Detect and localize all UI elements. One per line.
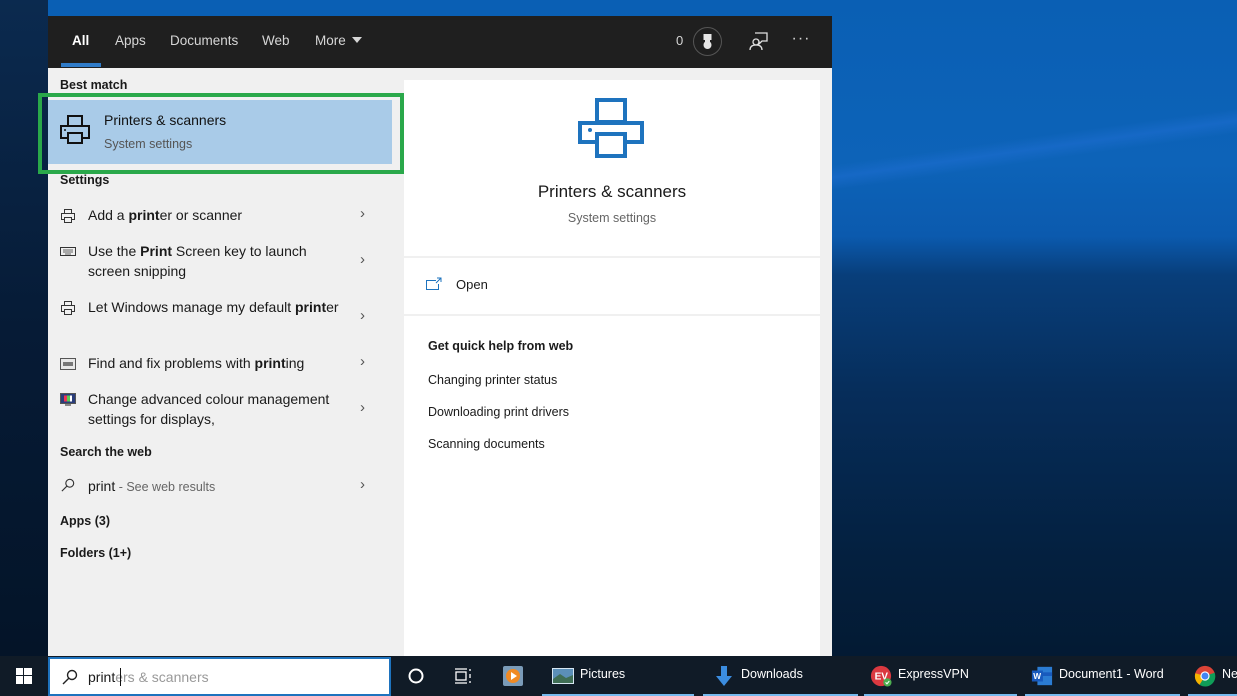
taskbar-app-pictures[interactable]: Pictures: [542, 656, 694, 696]
search-panel: All Apps Documents Web More 0 ··· Best m…: [38, 16, 832, 656]
cortana-icon: [408, 668, 424, 684]
printer-icon: [578, 98, 644, 158]
rewards-button[interactable]: [693, 27, 722, 56]
tab-all[interactable]: All: [72, 16, 89, 68]
medal-icon: [702, 34, 713, 49]
downloads-folder-icon: [716, 666, 732, 686]
chevron-right-icon: ›: [360, 205, 365, 222]
media-player-icon: [503, 666, 523, 686]
app-label: Downloads: [741, 667, 803, 681]
chevron-right-icon: ›: [360, 353, 365, 370]
settings-result-troubleshoot-printing[interactable]: Find and fix problems with printing ›: [48, 353, 392, 375]
tab-more[interactable]: More: [315, 16, 362, 68]
svg-text:W: W: [1033, 672, 1041, 681]
help-link-printer-status[interactable]: Changing printer status: [428, 373, 557, 387]
active-tab-indicator: [61, 63, 101, 67]
quick-help-heading: Get quick help from web: [428, 339, 574, 353]
settings-result-label: Find and fix problems with printing: [88, 355, 305, 371]
settings-result-label: Change advanced colour management settin…: [88, 391, 330, 427]
taskbar-app-downloads[interactable]: Downloads: [703, 656, 858, 696]
expressvpn-icon: EV: [870, 665, 892, 687]
best-match-result[interactable]: Printers & scanners System settings: [48, 100, 392, 164]
preview-subtitle: System settings: [567, 211, 657, 225]
result-preview-pane: Printers & scanners System settings Open…: [404, 80, 820, 656]
settings-result-colour-management[interactable]: Change advanced colour management settin…: [48, 389, 392, 431]
media-player-button[interactable]: [500, 656, 526, 696]
chrome-icon: [1194, 665, 1216, 687]
folders-group-heading[interactable]: Folders (1+): [60, 546, 131, 560]
web-search-result[interactable]: print - See web results ›: [48, 476, 392, 498]
best-match-title: Printers & scanners: [104, 112, 227, 128]
taskbar: printers & scanners Pictures Downloads E…: [0, 656, 1237, 696]
windows-logo-icon: [16, 668, 32, 684]
search-query-text: printers & scanners: [88, 669, 209, 685]
app-label: Ne: [1222, 667, 1237, 681]
settings-result-print-screen[interactable]: Use the Print Screen key to launch scree…: [48, 241, 392, 283]
app-label: Pictures: [580, 667, 626, 681]
chevron-right-icon: ›: [360, 399, 365, 416]
troubleshoot-printer-icon: [60, 358, 76, 370]
best-match-subtitle: System settings: [104, 137, 193, 151]
search-web-heading: Search the web: [60, 445, 152, 459]
desktop-wallpaper-left: [0, 0, 48, 656]
chevron-right-icon: ›: [360, 307, 365, 324]
taskbar-app-chrome[interactable]: Ne: [1188, 656, 1237, 696]
tab-documents-label: Documents: [170, 33, 239, 48]
settings-result-label: Add a printer or scanner: [88, 207, 243, 223]
chevron-right-icon: ›: [360, 251, 365, 268]
feedback-button[interactable]: [748, 30, 770, 52]
tab-all-label: All: [72, 33, 90, 48]
web-search-label: print - See web results: [88, 478, 216, 494]
taskbar-app-word[interactable]: W Document1 - Word: [1025, 656, 1180, 696]
open-external-icon: [426, 277, 442, 290]
help-link-print-drivers[interactable]: Downloading print drivers: [428, 405, 569, 419]
apps-group-heading[interactable]: Apps (3): [60, 514, 110, 528]
taskbar-search-input[interactable]: printers & scanners: [48, 657, 391, 696]
tab-more-label: More: [315, 33, 346, 48]
word-icon: W: [1031, 666, 1053, 686]
more-options-button[interactable]: ···: [790, 30, 812, 52]
tab-apps[interactable]: Apps: [115, 16, 146, 68]
printer-icon: [61, 301, 75, 315]
app-label: Document1 - Word: [1059, 667, 1164, 681]
divider: [404, 256, 820, 258]
settings-heading: Settings: [60, 173, 110, 187]
caret-down-icon: [351, 37, 362, 43]
app-label: ExpressVPN: [898, 667, 969, 681]
feedback-icon: [749, 32, 768, 51]
chevron-right-icon: ›: [360, 476, 365, 493]
settings-result-label: Use the Print Screen key to launch scree…: [88, 243, 307, 279]
help-link-scanning-documents[interactable]: Scanning documents: [428, 437, 545, 451]
preview-title: Printers & scanners: [537, 182, 687, 201]
taskbar-app-expressvpn[interactable]: EV ExpressVPN: [864, 656, 1017, 696]
search-icon: [62, 669, 78, 685]
settings-result-add-printer[interactable]: Add a printer or scanner ›: [48, 205, 392, 227]
task-view-icon: [455, 668, 471, 684]
open-label: Open: [456, 277, 488, 292]
divider: [404, 314, 820, 316]
printer-icon: [61, 209, 75, 223]
search-filter-bar: All Apps Documents Web More 0 ···: [48, 16, 832, 68]
tab-web-label: Web: [262, 33, 290, 48]
start-button[interactable]: [0, 656, 48, 696]
task-view-button[interactable]: [452, 656, 476, 696]
cortana-button[interactable]: [404, 656, 428, 696]
color-management-icon: [60, 393, 76, 406]
reward-points-count: 0: [676, 33, 684, 48]
text-cursor: [120, 668, 121, 686]
tab-web[interactable]: Web: [262, 16, 290, 68]
settings-result-label: Let Windows manage my default printer: [88, 299, 339, 315]
best-match-heading: Best match: [60, 78, 128, 92]
tab-apps-label: Apps: [115, 33, 146, 48]
settings-result-default-printer[interactable]: Let Windows manage my default printer ›: [48, 297, 392, 339]
search-results-list: Best match Printers & scanners System se…: [38, 68, 404, 656]
tab-documents[interactable]: Documents: [170, 16, 238, 68]
pictures-folder-icon: [552, 668, 574, 684]
printer-icon: [60, 115, 90, 144]
keyboard-icon: [60, 247, 76, 256]
search-icon: [61, 478, 75, 492]
